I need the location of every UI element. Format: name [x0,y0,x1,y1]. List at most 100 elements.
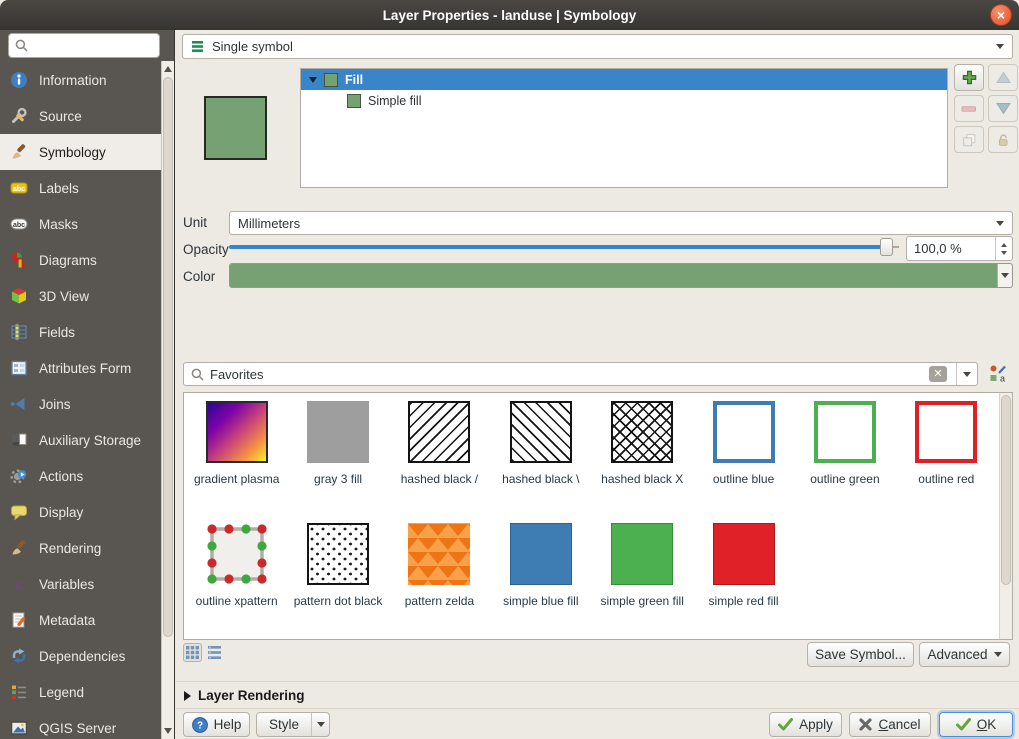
sidebar-item-label: Rendering [39,541,101,556]
symbol-item[interactable]: hashed black \ [490,401,591,523]
sidebar-item-label: Fields [39,325,75,340]
symbol-search-input[interactable]: Favorites ✕ [183,362,978,386]
slider-handle[interactable] [880,238,893,256]
symbol-browser-scrollbar[interactable] [999,393,1012,639]
style-manager-button[interactable]: a [987,364,1009,385]
spin-up-icon[interactable] [1001,243,1007,247]
cube-3d-icon [10,287,28,305]
lock-color-button[interactable] [988,126,1018,153]
sidebar-item-dependencies[interactable]: Dependencies [0,638,161,674]
sidebar-item-symbology[interactable]: Symbology [0,134,161,170]
sidebar-item-qgis-server[interactable]: QGIS Server [0,710,161,739]
color-dropdown[interactable] [997,264,1012,287]
sidebar-item-metadata[interactable]: Metadata [0,602,161,638]
close-button[interactable]: × [990,4,1012,26]
symbol-item[interactable]: gradient plasma [186,401,287,523]
remove-symbol-layer-button[interactable] [954,95,984,122]
duplicate-icon [961,132,977,148]
expander-icon[interactable] [309,77,317,83]
symbol-item[interactable]: simple green fill [592,523,693,645]
clear-search-icon[interactable]: ✕ [929,366,947,382]
symbol-item[interactable]: simple red fill [693,523,794,645]
opacity-spinbox[interactable]: 100,0 % [906,236,1013,261]
style-button[interactable]: Style [256,712,330,737]
ok-button[interactable]: OK [939,712,1013,737]
scroll-up-icon[interactable] [164,66,172,72]
symbol-item[interactable]: pattern dot black [287,523,388,645]
search-icon [191,368,204,381]
sidebar-item-display[interactable]: Display [0,494,161,530]
gradient-plasma-preview [206,401,268,463]
spin-buttons[interactable] [995,237,1012,260]
sidebar-search-input[interactable] [8,33,160,58]
symbol-item[interactable]: hashed black X [592,401,693,523]
scroll-down-icon[interactable] [164,728,172,734]
unit-select[interactable]: Millimeters [229,211,1013,235]
apply-label: Apply [799,717,833,732]
symbol-label: simple green fill [601,594,684,608]
svg-text:abc: abc [13,222,25,229]
spin-down-icon[interactable] [1001,251,1007,255]
sidebar-item-label: Metadata [39,613,95,628]
icon-view-button[interactable] [183,643,202,662]
table-fields-icon [10,323,28,341]
symbol-item[interactable]: outline xpattern [186,523,287,645]
style-dropdown[interactable] [311,713,329,736]
sidebar-item-variables[interactable]: ε Variables [0,566,161,602]
style-manager-icon: a [988,364,1008,384]
color-button[interactable] [229,263,1013,288]
symbol-item[interactable]: outline green [794,401,895,523]
layer-rendering-header[interactable]: Layer Rendering [184,688,305,703]
sidebar-item-masks[interactable]: abc Masks [0,206,161,242]
sidebar-item-actions[interactable]: Actions [0,458,161,494]
sidebar-item-legend[interactable]: Legend [0,674,161,710]
add-symbol-layer-button[interactable] [954,64,984,91]
scrollbar-thumb[interactable] [163,77,173,637]
x-icon [859,718,872,731]
abc-mask-icon: abc [10,215,28,233]
tree-row-simple-fill[interactable]: Simple fill [301,90,947,111]
sidebar-scrollbar[interactable] [161,61,174,739]
sidebar-item-label: 3D View [39,289,89,304]
move-up-button[interactable] [988,64,1018,91]
apply-button[interactable]: Apply [769,712,842,737]
search-dropdown[interactable] [956,363,977,385]
list-view-button[interactable] [205,643,224,662]
symbol-item[interactable]: outline blue [693,401,794,523]
symbol-item[interactable]: outline red [896,401,997,523]
save-symbol-button[interactable]: Save Symbol... [807,642,914,667]
cancel-button[interactable]: Cancel [849,712,931,737]
refresh-arrows-icon [10,647,28,665]
duplicate-layer-button[interactable] [954,126,984,153]
symbol-grid: gradient plasma gray 3 fill hashed black… [186,401,997,637]
symbol-label: gray 3 fill [314,472,362,486]
layer-rendering-label: Layer Rendering [198,688,305,703]
sidebar-item-labels[interactable]: abc Labels [0,170,161,206]
sidebar-item-source[interactable]: Source [0,98,161,134]
sidebar-item-joins[interactable]: Joins [0,386,161,422]
sidebar-item-information[interactable]: Information [0,62,161,98]
symbol-item[interactable]: hashed black / [389,401,490,523]
sidebar-item-3d-view[interactable]: 3D View [0,278,161,314]
grid-view-icon [186,646,199,659]
sidebar-item-attributes-form[interactable]: Attributes Form [0,350,161,386]
scrollbar-thumb[interactable] [1001,395,1011,585]
advanced-button[interactable]: Advanced [919,642,1010,667]
sidebar-item-rendering[interactable]: Rendering [0,530,161,566]
help-button[interactable]: ? Help [183,712,250,737]
symbol-item[interactable]: simple blue fill [490,523,591,645]
svg-text:a: a [1000,374,1005,384]
sidebar-item-diagrams[interactable]: Diagrams [0,242,161,278]
symbol-item[interactable]: pattern zelda [389,523,490,645]
window-title: Layer Properties - landuse | Symbology [383,8,637,23]
renderer-select[interactable]: Single symbol [182,34,1013,59]
sidebar-item-fields[interactable]: Fields [0,314,161,350]
symbol-item[interactable]: gray 3 fill [287,401,388,523]
chevron-down-icon [963,372,971,377]
close-icon: × [997,8,1005,22]
lock-open-icon [995,132,1011,148]
sidebar-item-auxiliary-storage[interactable]: Auxiliary Storage [0,422,161,458]
move-down-button[interactable] [988,95,1018,122]
opacity-slider[interactable] [229,237,899,257]
tree-row-fill[interactable]: Fill [301,69,947,90]
